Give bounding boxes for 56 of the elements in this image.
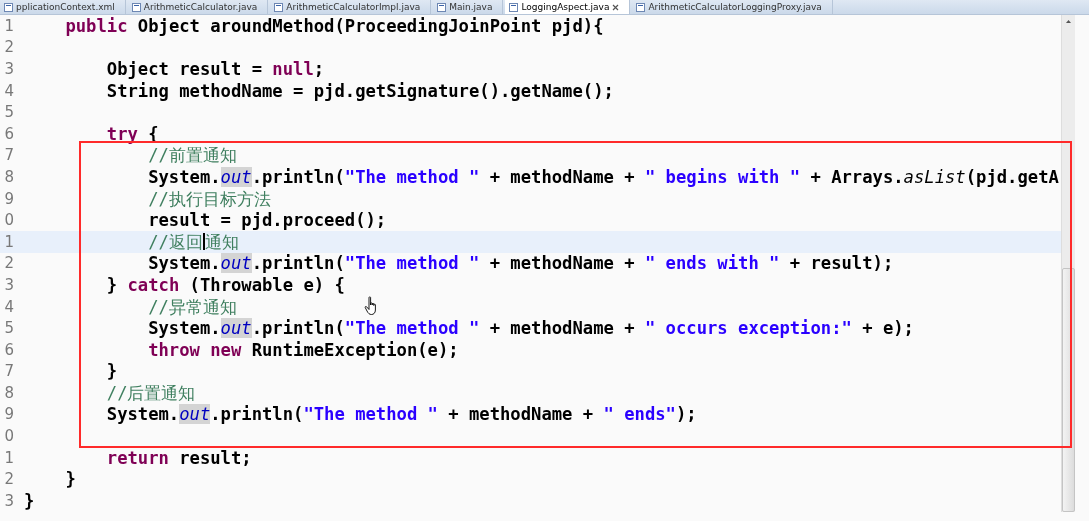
code-line: public Object aroundMethod(ProceedingJoinPoint pjd){: [64, 15, 604, 36]
file-icon: [437, 2, 447, 12]
line-number: 8: [3, 383, 15, 402]
line-number: 3: [3, 491, 15, 510]
line-number: 0: [3, 211, 15, 230]
close-icon[interactable]: [612, 3, 620, 11]
line-number: 5: [3, 319, 15, 338]
line-number: 0: [3, 427, 15, 446]
line-number: 7: [3, 362, 15, 381]
line-number: 3: [3, 60, 15, 78]
code-line: //执行目标方法: [147, 188, 271, 209]
code-line: System.out.println("The method " + methodName + " occurs exception:" + e);: [147, 318, 914, 339]
file-icon: [509, 2, 519, 12]
line-number: 4: [3, 297, 15, 316]
scrollbar[interactable]: [1061, 15, 1075, 512]
code-line: }: [105, 361, 118, 382]
code-line: }: [64, 469, 76, 490]
code-line: Object result = null;: [105, 59, 325, 79]
line-number: 7: [3, 146, 15, 165]
editor-tab[interactable]: ArithmeticCalculator.java: [127, 0, 269, 14]
file-icon: [274, 2, 284, 12]
line-number: 1: [3, 232, 15, 251]
line-number: 5: [3, 103, 15, 122]
line-number: 9: [3, 189, 15, 208]
line-number: 6: [3, 340, 15, 359]
line-number: 2: [3, 38, 15, 57]
code-line: //异常通知: [147, 296, 237, 317]
code-line: }: [24, 490, 35, 511]
code-line: result = pjd.proceed();: [147, 210, 387, 231]
editor-tab[interactable]: ArithmeticCalculatorLoggingProxy.java: [632, 0, 833, 14]
code-line: System.out.println("The method " + methodName + " ends");: [105, 404, 697, 425]
code-line: System.out.println("The method " + methodName + " begins with " + Arrays.asList(pjd.getA: [147, 166, 1059, 187]
code-line: } catch (Throwable e) {: [105, 274, 345, 295]
file-icon: [4, 2, 13, 12]
editor-tab[interactable]: pplicationContext.xml: [0, 0, 126, 14]
line-number: 1: [3, 448, 15, 467]
file-icon: [131, 2, 141, 12]
code-line: System.out.println("The method " + methodName + " ends with " + result);: [147, 253, 894, 274]
line-number: 8: [3, 167, 15, 186]
line-number: 1: [3, 16, 15, 35]
line-number: 9: [3, 405, 15, 424]
line-number: 3: [3, 275, 15, 294]
line-number: 2: [3, 470, 15, 489]
code-line: //前置通知: [147, 145, 237, 166]
line-number: 6: [3, 124, 15, 143]
code-line: throw new RuntimeException(e);: [147, 339, 459, 360]
editor-tab[interactable]: Main.java: [433, 0, 504, 14]
line-number: 4: [3, 81, 15, 100]
code-line: //后置通知: [105, 382, 196, 403]
editor-tab[interactable]: ArithmeticCalculatorImpl.java: [270, 0, 432, 14]
code-line: return result;: [105, 447, 252, 468]
editor-tab[interactable]: LoggingAspect.java: [505, 0, 631, 14]
code-line: String methodName = pjd.getSignature().getName();: [105, 80, 614, 101]
line-number: 2: [3, 254, 15, 273]
code-line: //返回 通知: [147, 231, 239, 252]
file-icon: [636, 2, 646, 12]
